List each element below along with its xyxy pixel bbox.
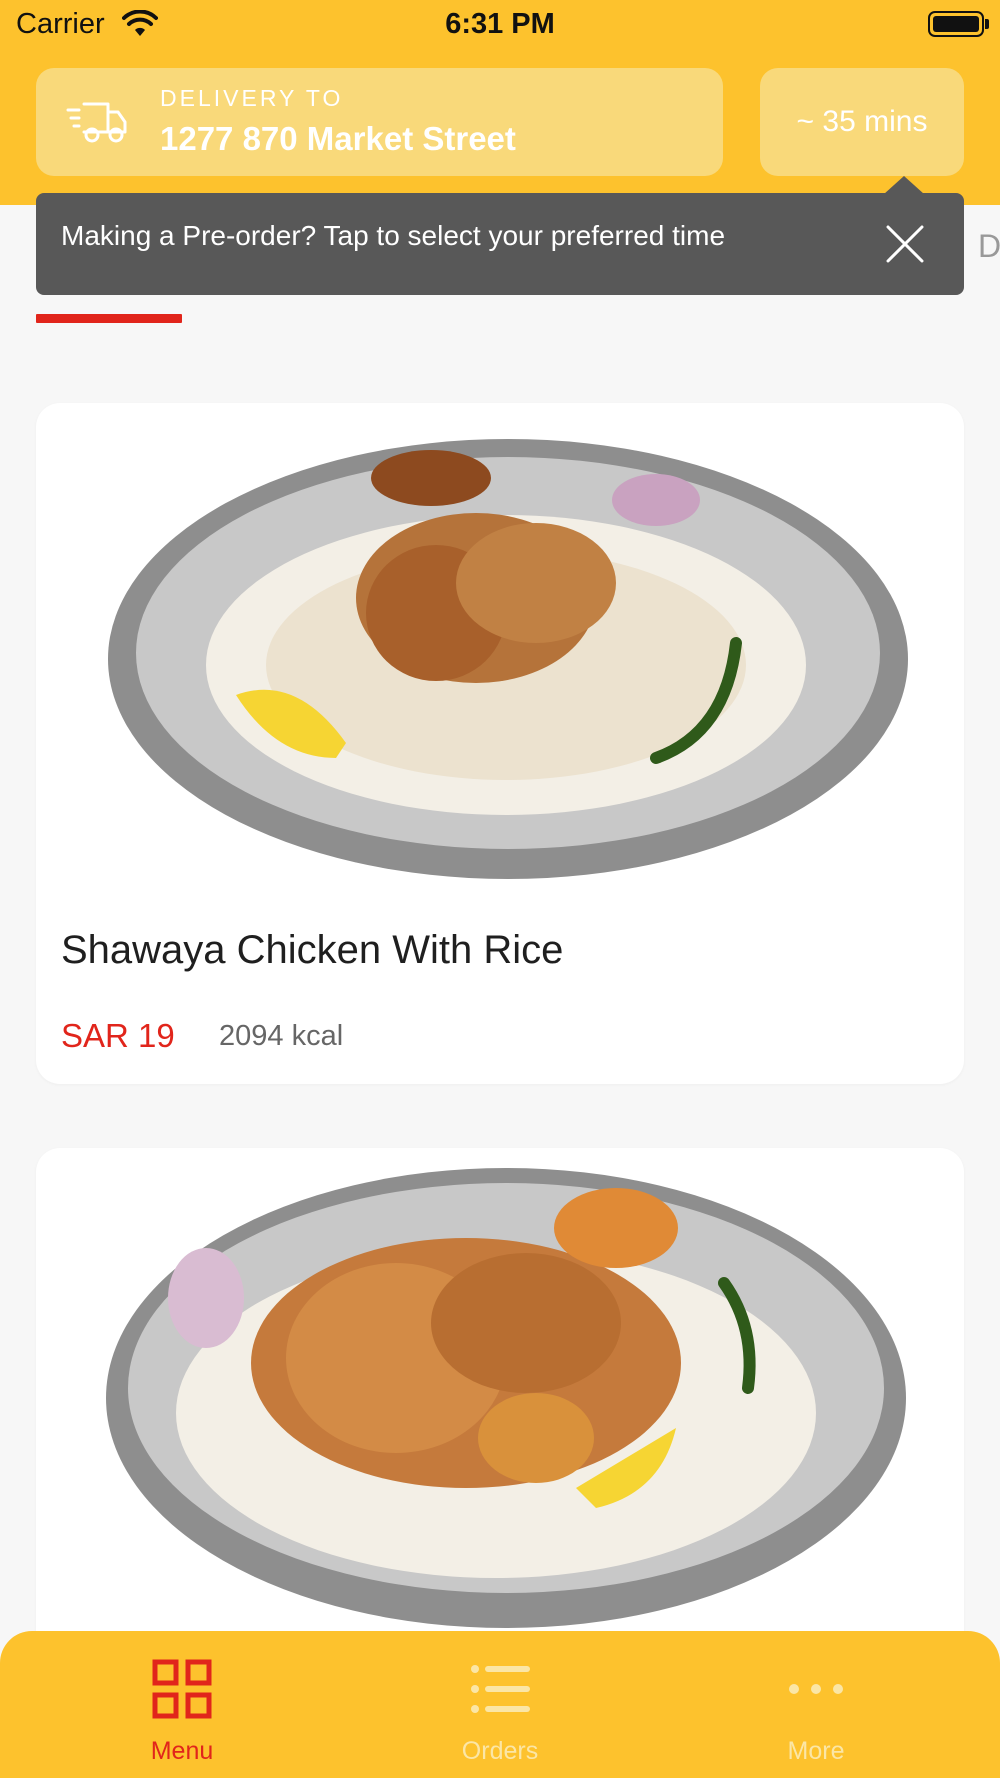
- tab-partial-label[interactable]: D: [978, 228, 1000, 265]
- list-icon: [471, 1665, 530, 1713]
- nav-orders-label: Orders: [461, 1737, 539, 1765]
- delivery-label: DELIVERY TO: [160, 85, 344, 111]
- bottom-nav: Menu Orders More: [0, 1631, 1000, 1778]
- nav-more[interactable]: More: [716, 1631, 916, 1778]
- eta-button[interactable]: ~ 35 mins: [760, 68, 964, 176]
- delivery-address-button[interactable]: DELIVERY TO 1277 870 Market Street: [36, 68, 723, 176]
- dish-price: SAR 19: [61, 1017, 175, 1054]
- nav-menu[interactable]: Menu: [82, 1631, 282, 1778]
- tooltip-arrow: [884, 176, 924, 194]
- status-bar: Carrier 6:31 PM: [0, 0, 1000, 50]
- header: Carrier 6:31 PM DELIVERY TO 1277 870 Mar…: [0, 0, 1000, 205]
- dish-image: [108, 439, 908, 879]
- delivery-address: 1277 870 Market Street: [160, 120, 516, 157]
- battery-icon: [928, 11, 984, 37]
- grid-icon: [152, 1659, 212, 1719]
- menu-item-card[interactable]: Shawaya Chicken With Rice SAR 19 2094 kc…: [36, 403, 964, 1084]
- active-tab-indicator: [36, 314, 182, 323]
- truck-icon: [66, 102, 127, 143]
- dish-name: Shawaya Chicken With Rice: [61, 928, 564, 972]
- close-icon[interactable]: [884, 223, 926, 265]
- dish-image: [106, 1168, 906, 1628]
- nav-orders[interactable]: Orders: [400, 1631, 600, 1778]
- nav-more-label: More: [787, 1737, 845, 1765]
- dish-calories: 2094 kcal: [219, 1020, 344, 1052]
- tooltip-text: Making a Pre-order? Tap to select your p…: [61, 220, 726, 251]
- menu-item-card[interactable]: [36, 1148, 964, 1688]
- battery-cap: [985, 19, 989, 29]
- clock: 6:31 PM: [445, 8, 555, 40]
- nav-menu-label: Menu: [150, 1737, 214, 1765]
- more-dots-icon: [789, 1684, 843, 1694]
- preorder-tooltip[interactable]: Making a Pre-order? Tap to select your p…: [36, 193, 964, 295]
